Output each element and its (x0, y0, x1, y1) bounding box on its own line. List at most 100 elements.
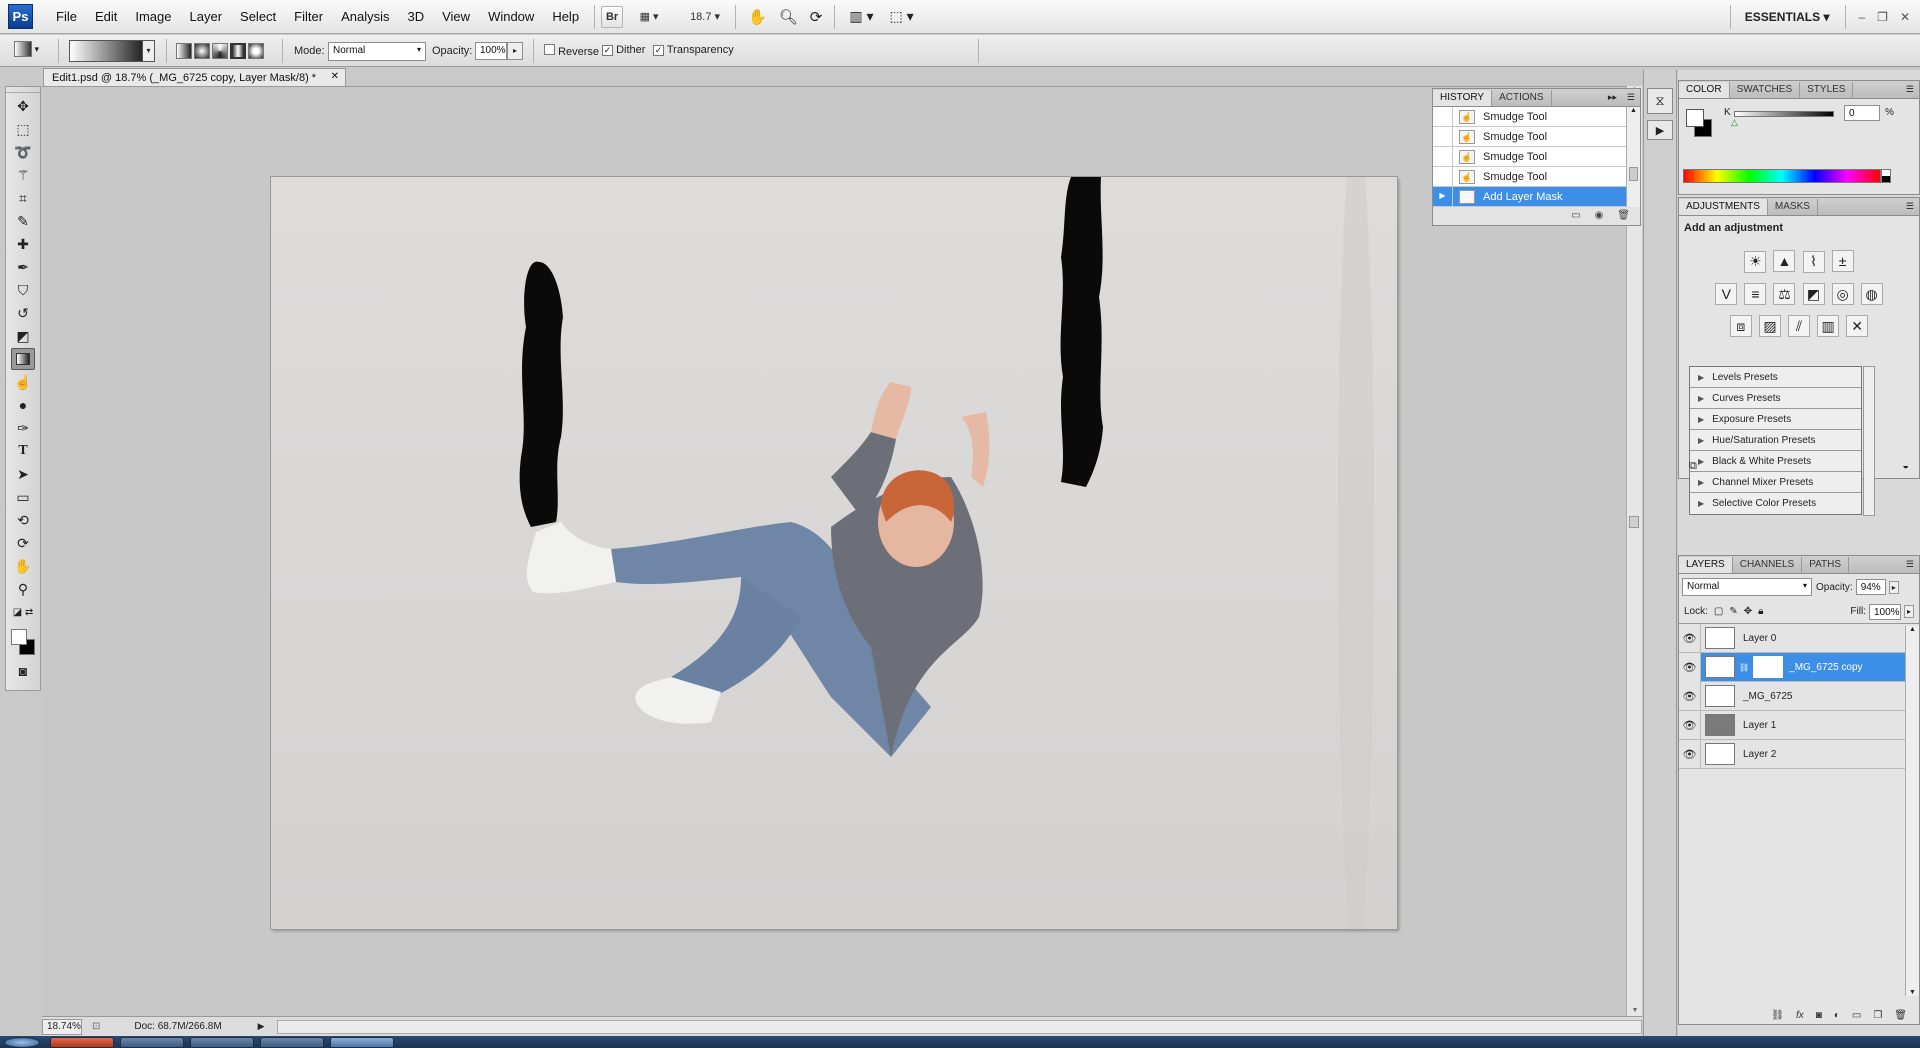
fill-arrow[interactable]: ▸ (1903, 605, 1914, 618)
scroll-down-arrow[interactable]: ▼ (1627, 1007, 1643, 1014)
layer-name[interactable]: _MG_6725 copy (1789, 662, 1862, 673)
color-balance-icon[interactable]: ⚖ (1773, 283, 1796, 305)
k-channel-input[interactable]: 0 (1844, 105, 1880, 121)
layer-name[interactable]: Layer 1 (1743, 720, 1776, 731)
path-selection-tool-icon[interactable]: ➤ (11, 463, 35, 485)
preset-row[interactable]: ▶ Levels Presets (1690, 367, 1861, 388)
taskbar-app-photoshop[interactable] (330, 1037, 394, 1048)
menu-edit[interactable]: Edit (86, 9, 126, 24)
panel-collapse-icon[interactable]: ▸▸ (1603, 92, 1622, 106)
crop-tool-icon[interactable]: ⌗ (11, 187, 35, 209)
expand-triangle-icon[interactable]: ▶ (1698, 457, 1704, 466)
zoom-tool-icon[interactable]: ⚲ (11, 578, 35, 600)
history-item[interactable]: ☝ Smudge Tool (1433, 166, 1626, 187)
gradient-dropdown-arrow[interactable]: ▾ (142, 40, 155, 62)
menu-view[interactable]: View (433, 9, 479, 24)
lock-transparency-icon[interactable]: ▢ (1714, 606, 1723, 617)
fill-input[interactable]: 100% (1868, 603, 1901, 620)
visibility-eye-icon[interactable]: 👁︎ (1679, 710, 1701, 740)
brush-tool-icon[interactable]: ✒ (11, 256, 35, 278)
history-current-state-icon[interactable]: ▶ (1433, 186, 1453, 207)
zoom-tool-icon[interactable]: 🔍︎ (779, 8, 798, 26)
preset-row[interactable]: ▶ Channel Mixer Presets (1690, 472, 1861, 493)
layers-scrollbar[interactable]: ▲ ▼ (1905, 626, 1919, 996)
transparency-checkbox[interactable]: ✓ (653, 45, 664, 56)
brightness-contrast-icon[interactable]: ☀ (1744, 250, 1767, 273)
selective-color-icon[interactable]: ✕ (1846, 315, 1869, 337)
link-layers-icon[interactable]: ⛓ (1771, 1010, 1784, 1021)
opacity-input[interactable]: 100% (475, 42, 507, 60)
rectangle-tool-icon[interactable]: ▭ (11, 486, 35, 508)
history-item-selected[interactable]: ▶ ▤ Add Layer Mask (1433, 186, 1626, 207)
transparency-option[interactable]: ✓ Transparency (653, 44, 734, 56)
history-scrollbar[interactable]: ▲ (1626, 107, 1640, 207)
document-tab[interactable]: Edit1.psd @ 18.7% (_MG_6725 copy, Layer … (43, 68, 346, 87)
view-extras-button[interactable]: ▦ ▾ (631, 6, 667, 28)
eraser-tool-icon[interactable]: ◩ (11, 325, 35, 347)
layer-row[interactable]: 👁︎ Layer 0 (1679, 623, 1905, 653)
posterize-icon[interactable]: ▨ (1758, 315, 1781, 337)
expand-triangle-icon[interactable]: ▶ (1698, 478, 1704, 487)
tab-channels[interactable]: CHANNELS (1733, 557, 1803, 573)
reflected-gradient-icon[interactable] (230, 43, 246, 59)
lasso-tool-icon[interactable]: ➰ (11, 141, 35, 163)
preset-row[interactable]: ▶ Exposure Presets (1690, 409, 1861, 430)
preset-row[interactable]: ▶ Curves Presets (1690, 388, 1861, 409)
status-info-icon[interactable]: ⊡ (92, 1021, 100, 1032)
taskbar-app[interactable] (120, 1037, 184, 1048)
layer-name[interactable]: _MG_6725 (1743, 691, 1792, 702)
layer-row[interactable]: 👁︎ Layer 2 (1679, 739, 1905, 769)
layer-row[interactable]: 👁︎ Layer 1 (1679, 710, 1905, 740)
workspace-switcher[interactable]: ESSENTIALS ▾ (1745, 10, 1830, 24)
layer-opacity-input[interactable]: 94% (1855, 579, 1886, 595)
toolbox-grip[interactable] (6, 87, 40, 93)
mode-select[interactable]: Normal ▾ (328, 42, 426, 61)
close-icon[interactable]: ✕ (1900, 10, 1910, 24)
scroll-thumb[interactable] (1629, 516, 1639, 528)
photoshop-logo[interactable]: Ps (8, 4, 33, 29)
k-channel-slider[interactable] (1734, 111, 1834, 117)
mask-link-icon[interactable]: ⛓ (1739, 663, 1749, 672)
layer-mask-thumbnail[interactable] (1753, 656, 1784, 678)
adjustment-layer-icon[interactable]: ◐ (1834, 1010, 1840, 1021)
tab-history[interactable]: HISTORY (1433, 90, 1493, 106)
reverse-option[interactable]: Reverse (544, 44, 599, 58)
lock-pixels-icon[interactable]: ✎ (1729, 606, 1737, 617)
history-snapshot-source[interactable] (1433, 146, 1453, 167)
diamond-gradient-icon[interactable] (248, 43, 264, 59)
black-white-ramp[interactable] (1881, 169, 1891, 183)
tab-masks[interactable]: MASKS (1768, 199, 1818, 215)
3d-orbit-tool-icon[interactable]: ⟳ (11, 532, 35, 554)
scroll-up-arrow[interactable]: ▲ (1627, 107, 1640, 114)
hue-saturation-icon[interactable]: ≡ (1744, 282, 1767, 305)
gradient-map-icon[interactable]: ▥ (1817, 315, 1840, 337)
photo-filter-icon[interactable]: ◎ (1831, 283, 1854, 305)
eyedropper-tool-icon[interactable]: ✎ (11, 210, 35, 232)
adjustment-clip-icon[interactable]: ⧉ (1689, 460, 1697, 473)
rotate-view-icon[interactable]: ⟳ (810, 8, 823, 26)
restore-icon[interactable]: ❐ (1877, 10, 1888, 24)
blend-mode-select[interactable]: Normal ▾ (1682, 578, 1812, 596)
actions-panel-icon[interactable]: ▶ (1647, 120, 1673, 140)
menu-select[interactable]: Select (231, 9, 285, 24)
lock-position-icon[interactable]: ✥ (1744, 606, 1752, 617)
visibility-eye-icon[interactable]: 👁︎ (1679, 739, 1701, 769)
tab-swatches[interactable]: SWATCHES (1730, 82, 1801, 98)
vibrance-icon[interactable]: V (1715, 282, 1738, 305)
layer-name[interactable]: Layer 0 (1743, 633, 1776, 644)
adjustment-options-icon[interactable]: ◒ (1902, 460, 1909, 472)
3d-rotate-tool-icon[interactable]: ⟲ (11, 509, 35, 531)
preset-row[interactable]: ▶ Black & White Presets (1690, 451, 1861, 472)
add-mask-icon[interactable]: ◙ (1816, 1010, 1822, 1021)
magic-wand-tool-icon[interactable]: ⚚ (11, 164, 35, 186)
move-tool-icon[interactable]: ✥ (11, 95, 35, 117)
quick-mask-icon[interactable]: ◙ (11, 660, 35, 682)
layer-style-icon[interactable]: fx (1796, 1010, 1804, 1021)
zoom-status-field[interactable]: 18.74% (42, 1018, 82, 1035)
color-ramp[interactable] (1683, 169, 1881, 183)
panel-menu-icon[interactable]: ☰ (1622, 92, 1640, 106)
visibility-eye-icon[interactable]: 👁︎ (1679, 623, 1701, 653)
linear-gradient-icon[interactable] (176, 43, 192, 59)
history-item[interactable]: ☝ Smudge Tool (1433, 107, 1626, 127)
start-button[interactable] (4, 1037, 40, 1048)
